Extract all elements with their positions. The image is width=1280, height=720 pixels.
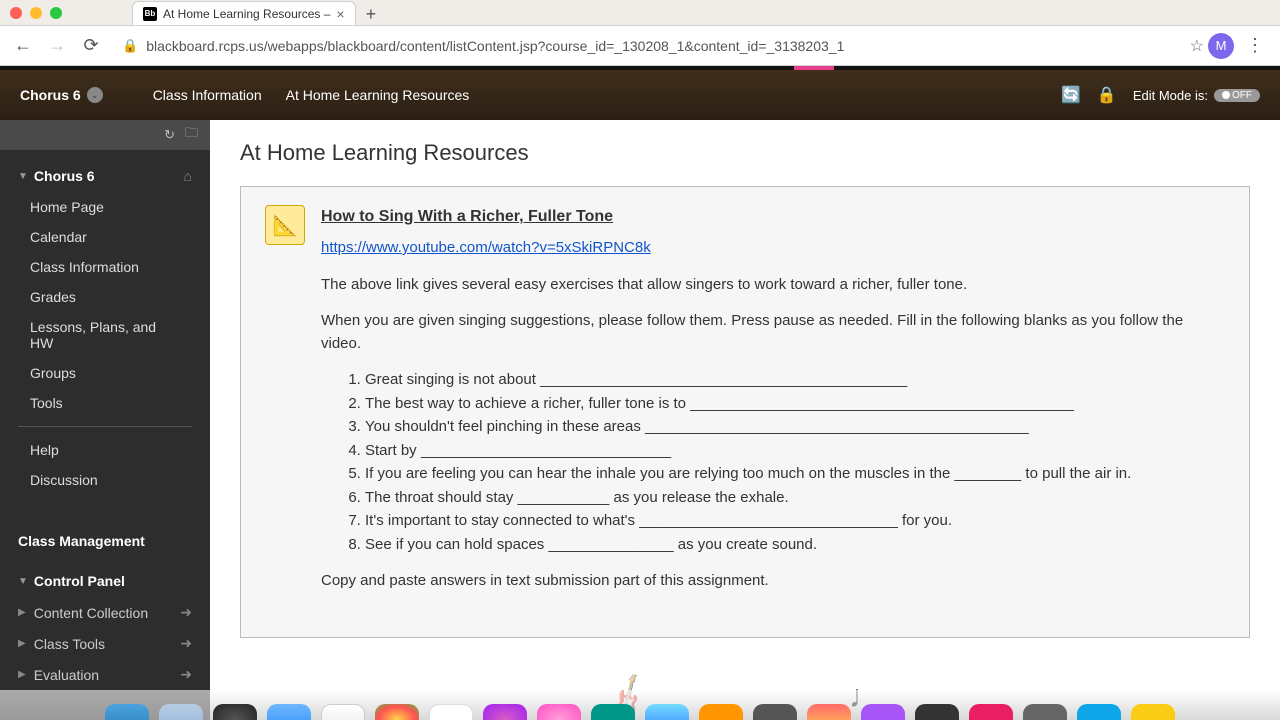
sidebar-item-calendar[interactable]: Calendar — [0, 222, 210, 252]
sidebar-item-tools[interactable]: Tools — [0, 388, 210, 418]
browser-tab[interactable]: Bb At Home Learning Resources – × — [132, 1, 356, 25]
breadcrumb-at-home[interactable]: At Home Learning Resources — [286, 87, 470, 103]
list-item: The best way to achieve a richer, fuller… — [365, 393, 1225, 416]
paragraph-2: When you are given singing suggestions, … — [321, 310, 1225, 355]
list-item: See if you can hold spaces _____________… — [365, 534, 1225, 557]
cp-item-class-tools[interactable]: ▶Class Tools➜ — [0, 628, 210, 659]
arrow-icon: ➜ — [180, 635, 192, 652]
dock-app12[interactable] — [1131, 704, 1175, 720]
list-item: It's important to stay connected to what… — [365, 510, 1225, 533]
sidebar-class-mgmt[interactable]: Class Management — [0, 525, 210, 557]
page-title: At Home Learning Resources — [240, 140, 1250, 166]
sidebar-item-help[interactable]: Help — [0, 435, 210, 465]
chevron-down-icon: ▼ — [18, 576, 28, 587]
chevron-right-icon: ▶ — [18, 669, 26, 680]
dock-chrome[interactable] — [375, 704, 419, 720]
close-window-button[interactable] — [10, 7, 22, 19]
sidebar-course-header[interactable]: ▼ Chorus 6 ⌂ — [0, 160, 210, 192]
address-bar: ← → ⟳ 🔒 blackboard.rcps.us/webapps/black… — [0, 26, 1280, 66]
assignment-icon: 📐 — [265, 205, 305, 245]
maximize-window-button[interactable] — [50, 7, 62, 19]
sidebar-item-lessons-plans-and-hw[interactable]: Lessons, Plans, and HW — [0, 312, 210, 358]
cp-item-evaluation[interactable]: ▶Evaluation➜ — [0, 659, 210, 690]
course-sidebar: ↻ 🗀 ▼ Chorus 6 ⌂ Home PageCalendarClass … — [0, 120, 210, 720]
dock-app5[interactable] — [699, 704, 743, 720]
dock-app6[interactable] — [807, 704, 851, 720]
dock-app7[interactable] — [861, 704, 905, 720]
dock-calendar[interactable] — [429, 704, 473, 720]
arrow-icon: ➜ — [180, 604, 192, 621]
breadcrumb-class-info[interactable]: Class Information — [153, 87, 262, 103]
close-tab-icon[interactable]: × — [336, 6, 344, 22]
mac-titlebar: Bb At Home Learning Resources – × + — [0, 0, 1280, 26]
forward-button[interactable]: → — [42, 31, 72, 61]
chevron-right-icon: ▶ — [18, 607, 26, 618]
list-item: Great singing is not about _____________… — [365, 369, 1225, 392]
content-card: 📐 How to Sing With a Richer, Fuller Tone… — [240, 186, 1250, 638]
new-tab-button[interactable]: + — [356, 4, 387, 25]
dock-app4[interactable] — [591, 704, 635, 720]
sidebar-item-class-information[interactable]: Class Information — [0, 252, 210, 282]
dock-app3[interactable] — [483, 704, 527, 720]
dock-app11[interactable] — [1077, 704, 1121, 720]
sidebar-item-home-page[interactable]: Home Page — [0, 192, 210, 222]
browser-menu-button[interactable]: ⋮ — [1238, 35, 1272, 56]
dock-mail[interactable] — [159, 704, 203, 720]
url-field[interactable]: 🔒 blackboard.rcps.us/webapps/blackboard/… — [110, 38, 1186, 54]
dock-app9[interactable] — [969, 704, 1013, 720]
window-controls — [10, 7, 62, 19]
sidebar-tools: ↻ 🗀 — [0, 120, 210, 150]
dock-safari[interactable] — [267, 704, 311, 720]
dock-app8[interactable] — [915, 704, 959, 720]
course-name: Chorus 6 — [20, 87, 81, 103]
lock-icon: 🔒 — [122, 38, 138, 54]
list-item: The throat should stay ___________ as yo… — [365, 487, 1225, 510]
question-list: Great singing is not about _____________… — [321, 369, 1225, 556]
dock-app2[interactable] — [321, 704, 365, 720]
arrow-icon: ➜ — [180, 666, 192, 683]
favicon: Bb — [143, 7, 157, 21]
video-link[interactable]: https://www.youtube.com/watch?v=5xSkiRPN… — [321, 237, 1225, 260]
reload-button[interactable]: ⟳ — [76, 31, 106, 61]
bb-top-nav: Chorus 6 ⌄ Class Information At Home Lea… — [0, 70, 1280, 120]
folder-icon[interactable]: 🗀 — [185, 124, 198, 146]
list-item: If you are feeling you can hear the inha… — [365, 463, 1225, 486]
dock-app1[interactable] — [213, 704, 257, 720]
course-dropdown-icon[interactable]: ⌄ — [87, 87, 103, 103]
chevron-down-icon: ▼ — [18, 171, 28, 182]
refresh-sidebar-icon[interactable]: ↻ — [164, 127, 175, 143]
dock-finder[interactable] — [105, 704, 149, 720]
paragraph-1: The above link gives several easy exerci… — [321, 274, 1225, 297]
dock-itunes[interactable] — [537, 704, 581, 720]
tab-title: At Home Learning Resources – — [163, 7, 330, 21]
edit-mode-control[interactable]: Edit Mode is: OFF — [1133, 88, 1260, 103]
sidebar-control-panel[interactable]: ▼ Control Panel — [0, 565, 210, 597]
list-item: You shouldn't feel pinching in these are… — [365, 416, 1225, 439]
sidebar-item-discussion[interactable]: Discussion — [0, 465, 210, 495]
sidebar-item-groups[interactable]: Groups — [0, 358, 210, 388]
bookmark-icon[interactable]: ☆ — [1190, 36, 1204, 56]
back-button[interactable]: ← — [8, 31, 38, 61]
mac-dock — [0, 690, 1280, 720]
card-title[interactable]: How to Sing With a Richer, Fuller Tone — [321, 205, 1225, 229]
list-item: Start by ______________________________ — [365, 440, 1225, 463]
paragraph-3: Copy and paste answers in text submissio… — [321, 570, 1225, 593]
loading-strip — [0, 66, 1280, 70]
chevron-right-icon: ▶ — [18, 638, 26, 649]
cp-item-content-collection[interactable]: ▶Content Collection➜ — [0, 597, 210, 628]
content-area: At Home Learning Resources 📐 How to Sing… — [210, 120, 1280, 720]
refresh-icon[interactable]: 🔄 — [1061, 85, 1081, 105]
minimize-window-button[interactable] — [30, 7, 42, 19]
dock-app10[interactable] — [1023, 704, 1067, 720]
edit-mode-toggle[interactable]: OFF — [1214, 89, 1260, 102]
home-icon[interactable]: ⌂ — [184, 168, 192, 184]
profile-avatar[interactable]: M — [1208, 33, 1234, 59]
dock-appstore[interactable] — [645, 704, 689, 720]
url-text: blackboard.rcps.us/webapps/blackboard/co… — [146, 38, 844, 54]
sidebar-item-grades[interactable]: Grades — [0, 282, 210, 312]
edit-mode-label: Edit Mode is: — [1133, 88, 1208, 103]
lock-icon-header[interactable]: 🔒 — [1097, 85, 1117, 105]
dock-terminal[interactable] — [753, 704, 797, 720]
